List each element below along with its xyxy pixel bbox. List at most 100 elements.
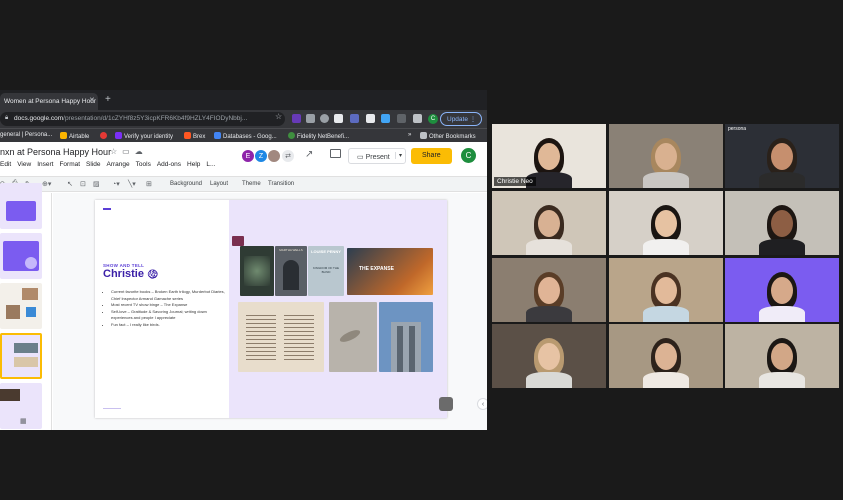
activity-trend-icon[interactable]: ↗ bbox=[305, 149, 313, 160]
extension-icon[interactable] bbox=[397, 114, 406, 123]
text-box-icon[interactable]: ⊡ bbox=[80, 180, 86, 188]
star-icon[interactable]: ☆ bbox=[110, 147, 122, 156]
participant-video-tile[interactable] bbox=[725, 324, 839, 388]
share-button[interactable]: Share bbox=[411, 148, 452, 164]
menu-bar: Edit View Insert Format Slide Arrange Tools Add… bbox=[0, 161, 221, 168]
extension-icon[interactable] bbox=[350, 114, 359, 123]
select-cursor-icon[interactable]: ↖ bbox=[67, 180, 73, 188]
slide-thumbnail-selected[interactable] bbox=[0, 333, 42, 379]
extension-icon[interactable] bbox=[366, 114, 375, 123]
building-photo bbox=[379, 302, 433, 372]
collaborator-avatar[interactable]: Z bbox=[254, 149, 268, 163]
menu-edit[interactable]: Edit bbox=[0, 161, 11, 168]
participant-figure bbox=[755, 201, 809, 255]
add-comment-icon[interactable]: ⊞ bbox=[146, 180, 152, 188]
move-folder-icon[interactable]: ▭ bbox=[122, 147, 135, 156]
extension-icon[interactable] bbox=[381, 114, 390, 123]
comment-icon[interactable] bbox=[330, 149, 341, 158]
participant-video-tile[interactable] bbox=[492, 324, 606, 388]
thumbnail-photo bbox=[26, 307, 36, 317]
thumbnail-photo bbox=[14, 343, 38, 353]
update-button[interactable]: Update ⋮ bbox=[440, 112, 482, 126]
more-bookmarks-chevron-icon[interactable]: » bbox=[408, 132, 411, 138]
bookmark-star-icon[interactable]: ☆ bbox=[275, 112, 282, 121]
participant-figure bbox=[522, 201, 576, 255]
tab-close-icon[interactable]: ✕ bbox=[89, 96, 95, 104]
explore-button[interactable] bbox=[439, 397, 453, 411]
grid-view-icon[interactable]: ▦ bbox=[20, 417, 27, 425]
menu-help[interactable]: Help bbox=[187, 161, 200, 168]
bookmark-item[interactable]: Databases - Goog... bbox=[214, 132, 277, 140]
menu-arrange[interactable]: Arrange bbox=[107, 161, 130, 168]
address-bar[interactable]: 🔒︎ docs.google.com/presentation/d/1cZYHf… bbox=[0, 112, 285, 126]
account-avatar[interactable]: C bbox=[461, 148, 476, 163]
slide-thumbnail[interactable] bbox=[0, 233, 42, 279]
theme-button[interactable]: Theme bbox=[242, 181, 261, 187]
zoom-icon[interactable]: ⊕▾ bbox=[42, 180, 51, 188]
bird-photo bbox=[329, 302, 377, 372]
menu-insert[interactable]: Insert bbox=[37, 161, 53, 168]
extension-icon[interactable] bbox=[292, 114, 301, 123]
extensions-puzzle-icon[interactable] bbox=[413, 114, 422, 123]
present-dropdown-icon[interactable]: ▾ bbox=[394, 152, 402, 159]
slide-thumbnail[interactable] bbox=[0, 283, 42, 329]
participant-video-tile[interactable]: Christie Neo bbox=[492, 124, 606, 188]
bookmark-item[interactable]: Brex bbox=[184, 132, 205, 140]
participant-video-tile[interactable] bbox=[609, 124, 723, 188]
browser-profile-avatar[interactable]: C bbox=[428, 114, 438, 124]
bookmark-site-icon bbox=[100, 132, 107, 139]
url-host: docs.google.com bbox=[14, 115, 64, 122]
menu-tools[interactable]: Tools bbox=[136, 161, 151, 168]
collaborator-avatar[interactable]: E bbox=[241, 149, 255, 163]
slide-filmstrip: ▦ bbox=[0, 183, 52, 430]
present-button[interactable]: ▭ Present ▾ bbox=[348, 148, 406, 164]
new-tab-icon[interactable]: + bbox=[105, 94, 111, 105]
extension-icon[interactable] bbox=[320, 114, 329, 123]
menu-view[interactable]: View bbox=[17, 161, 31, 168]
participant-video-tile[interactable] bbox=[492, 191, 606, 255]
collaborator-avatar[interactable] bbox=[267, 149, 281, 163]
line-icon[interactable]: ╲▾ bbox=[128, 180, 136, 188]
current-slide[interactable]: SHOW AND TELL Christie 🍪︎ Current favori… bbox=[95, 200, 447, 418]
layout-button[interactable]: Layout bbox=[210, 181, 228, 187]
more-collaborators-icon[interactable]: ⇄ bbox=[281, 149, 295, 163]
menu-slide[interactable]: Slide bbox=[86, 161, 100, 168]
document-title[interactable]: nxn at Persona Happy Hour bbox=[0, 147, 111, 157]
menu-last-edit[interactable]: L... bbox=[206, 161, 215, 168]
transition-button[interactable]: Transition bbox=[268, 181, 294, 187]
participant-video-tile[interactable] bbox=[609, 258, 723, 322]
building-shape bbox=[409, 326, 415, 372]
bookmark-item[interactable] bbox=[100, 132, 109, 140]
extension-icon[interactable] bbox=[334, 114, 343, 123]
participant-body bbox=[643, 239, 689, 255]
cloud-status-icon[interactable]: ☁ bbox=[135, 147, 148, 156]
participant-figure bbox=[522, 334, 576, 388]
background-button[interactable]: Background bbox=[170, 181, 202, 187]
menu-addons[interactable]: Add-ons bbox=[157, 161, 181, 168]
participant-body bbox=[526, 306, 572, 322]
participant-figure bbox=[639, 268, 693, 322]
bookmark-item[interactable]: general | Persona... bbox=[0, 132, 52, 138]
tab-strip: Women at Persona Happy Hour ✕ + bbox=[0, 90, 487, 110]
participant-video-tile[interactable] bbox=[725, 191, 839, 255]
editing-toolbar: ↷ ⎙ ✎ ⊕▾ ↖ ⊡ ▨ ◔▾ ╲▾ ⊞ Background Layout… bbox=[0, 176, 487, 192]
participant-video-tile[interactable]: persona bbox=[725, 124, 839, 188]
participant-video-tile[interactable] bbox=[725, 258, 839, 322]
bookmark-item[interactable]: Fidelity NetBenefi... bbox=[288, 132, 349, 140]
participant-video-tile[interactable] bbox=[609, 324, 723, 388]
book-author: LOUISE PENNY bbox=[311, 249, 341, 254]
image-icon[interactable]: ▨ bbox=[93, 180, 100, 188]
participant-face bbox=[655, 143, 677, 170]
slide-thumbnail[interactable] bbox=[0, 183, 42, 229]
bookmark-item[interactable]: Verify your identity bbox=[115, 132, 173, 140]
browser-tab[interactable]: Women at Persona Happy Hour bbox=[0, 93, 98, 110]
screen: Women at Persona Happy Hour ✕ + 🔒︎ docs.… bbox=[0, 0, 843, 500]
shape-icon[interactable]: ◔▾ bbox=[112, 180, 120, 188]
extension-icon[interactable] bbox=[306, 114, 315, 123]
participant-video-tile[interactable] bbox=[609, 191, 723, 255]
menu-format[interactable]: Format bbox=[59, 161, 80, 168]
other-bookmarks[interactable]: Other Bookmarks bbox=[420, 132, 476, 140]
bookmark-item[interactable]: Airtable bbox=[60, 132, 89, 140]
participant-video-tile[interactable] bbox=[492, 258, 606, 322]
collapse-panel-icon[interactable]: ‹ bbox=[477, 398, 487, 410]
